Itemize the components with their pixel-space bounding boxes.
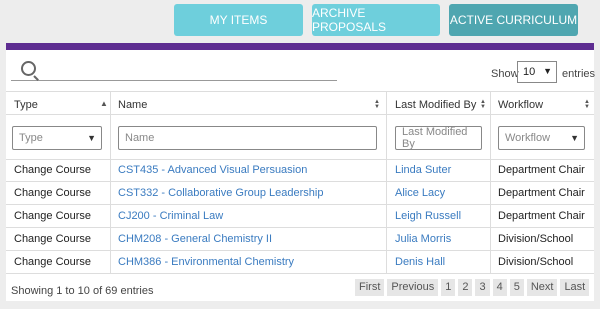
table-row: Change Course CHM208 - General Chemistry… (6, 229, 594, 251)
page-1-button[interactable]: 1 (441, 279, 456, 296)
workflow-filter-value: Workflow (505, 132, 551, 144)
show-label: Show (491, 68, 519, 80)
row-modified-link[interactable]: Linda Suter (395, 164, 451, 176)
type-filter-value: Type (19, 132, 43, 144)
row-workflow: Department Chair (498, 187, 585, 199)
row-type: Change Course (14, 233, 92, 245)
row-modified-link[interactable]: Leigh Russell (395, 210, 461, 222)
page-3-button[interactable]: 3 (475, 279, 490, 296)
curriculum-table-panel: Show 10 ▼ entries Type ▲ Name ▲ ▼ Last Mo… (6, 50, 596, 301)
row-modified-link[interactable]: Julia Morris (395, 233, 451, 245)
filter-row: Type ▼ Name Last Modified By Workflow ▼ (6, 114, 594, 160)
last-modified-filter-input[interactable]: Last Modified By (395, 126, 482, 150)
chevron-down-icon: ▼ (570, 133, 579, 143)
archive-proposals-button[interactable]: ARCHIVE PROPOSALS (312, 4, 440, 36)
column-header-name[interactable]: Name (118, 99, 147, 111)
table-row: Change Course CHM386 - Environmental Che… (6, 252, 594, 274)
page-previous-button[interactable]: Previous (387, 279, 439, 296)
search-input[interactable] (11, 58, 337, 81)
table-row: Change Course CST435 - Advanced Visual P… (6, 160, 594, 182)
column-header-type[interactable]: Type (14, 99, 38, 111)
row-type: Change Course (14, 187, 92, 199)
row-type: Change Course (14, 210, 92, 222)
chevron-down-icon: ▼ (543, 66, 552, 76)
table-row: Change Course CST332 - Collaborative Gro… (6, 183, 594, 205)
chevron-down-icon: ▼ (87, 133, 96, 143)
sort-both-icon[interactable]: ▲ ▼ (374, 99, 380, 110)
page-2-button[interactable]: 2 (458, 279, 473, 296)
active-curriculum-button[interactable]: ACTIVE CURRICULUM (449, 4, 578, 36)
row-modified-link[interactable]: Denis Hall (395, 256, 445, 268)
entries-per-page-select[interactable]: 10 ▼ (517, 61, 557, 83)
name-filter-placeholder: Name (125, 132, 155, 144)
pagination: First Previous 1 2 3 4 5 Next Last (352, 279, 590, 297)
sort-both-icon[interactable]: ▲ ▼ (584, 99, 590, 110)
row-name-link[interactable]: CST332 - Collaborative Group Leadership (118, 187, 323, 199)
row-workflow: Division/School (498, 233, 574, 245)
name-filter-input[interactable]: Name (118, 126, 377, 150)
row-name-link[interactable]: CST435 - Advanced Visual Persuasion (118, 164, 307, 176)
page-first-button[interactable]: First (355, 279, 385, 296)
table-header: Type ▲ Name ▲ ▼ Last Modified By ▲ ▼ Workf… (6, 91, 594, 115)
table-row: Change Course CJ200 - Criminal Law Leigh… (6, 206, 594, 228)
entries-label: entries (562, 68, 596, 80)
sort-both-icon[interactable]: ▲ ▼ (480, 99, 486, 110)
my-items-button[interactable]: MY ITEMS (174, 4, 303, 36)
row-name-link[interactable]: CJ200 - Criminal Law (118, 210, 223, 222)
search-icon (21, 61, 36, 76)
page-next-button[interactable]: Next (526, 279, 558, 296)
accent-bar (6, 43, 594, 50)
row-workflow: Division/School (498, 256, 574, 268)
table-info: Showing 1 to 10 of 69 entries (11, 285, 154, 297)
workflow-filter-select[interactable]: Workflow ▼ (498, 126, 585, 150)
type-filter-select[interactable]: Type ▼ (12, 126, 102, 150)
row-workflow: Department Chair (498, 210, 585, 222)
row-modified-link[interactable]: Alice Lacy (395, 187, 445, 199)
column-header-last-modified[interactable]: Last Modified By (395, 99, 476, 111)
row-type: Change Course (14, 164, 92, 176)
sort-ascending-icon[interactable]: ▲ (100, 99, 108, 108)
entries-value: 10 (523, 66, 536, 78)
page-4-button[interactable]: 4 (492, 279, 507, 296)
row-name-link[interactable]: CHM208 - General Chemistry II (118, 233, 272, 245)
row-type: Change Course (14, 256, 92, 268)
page-last-button[interactable]: Last (560, 279, 590, 296)
page-5-button[interactable]: 5 (509, 279, 524, 296)
last-modified-filter-placeholder: Last Modified By (402, 126, 468, 150)
row-name-link[interactable]: CHM386 - Environmental Chemistry (118, 256, 294, 268)
row-workflow: Department Chair (498, 164, 585, 176)
column-header-workflow[interactable]: Workflow (498, 99, 543, 111)
